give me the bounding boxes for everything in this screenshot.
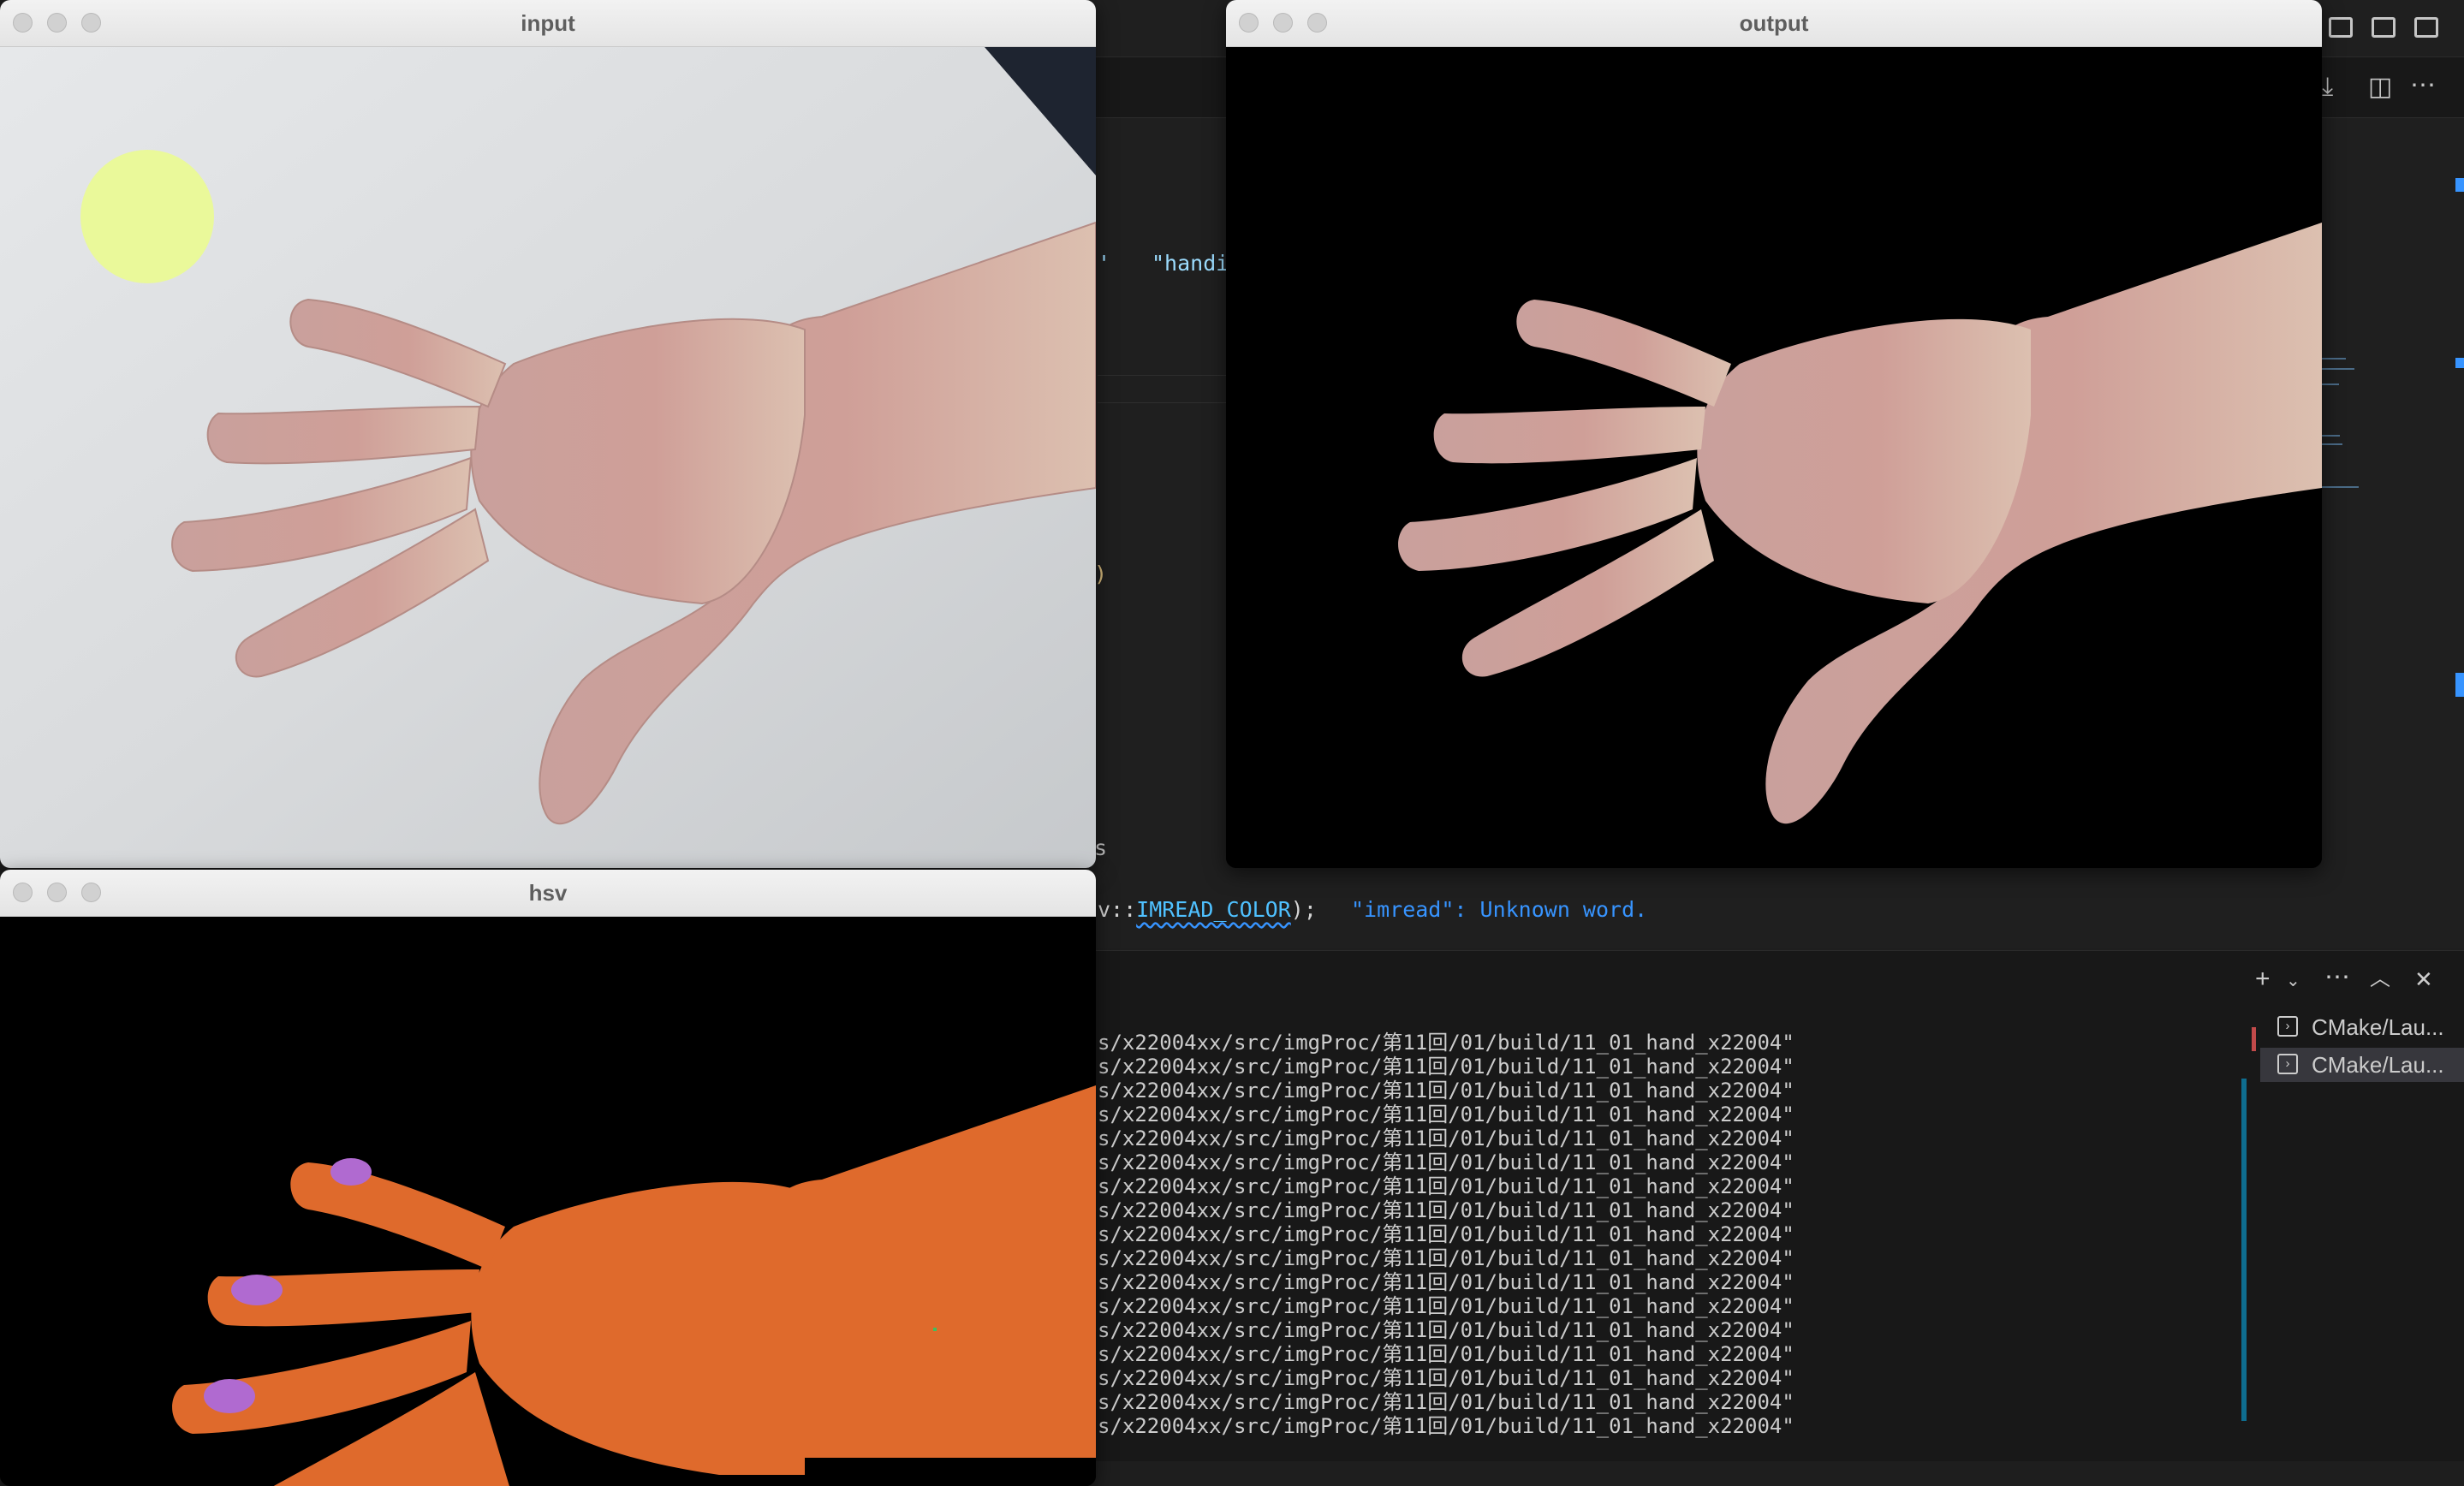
- scrollbar-marker: [2455, 178, 2464, 192]
- code-string-fragment: "handi: [1152, 251, 1229, 276]
- chevron-down-icon[interactable]: ⌄: [2286, 968, 2300, 994]
- terminal-tab-1[interactable]: › CMake/Lau...: [2260, 1010, 2464, 1044]
- download-icon[interactable]: ⤓: [2322, 74, 2333, 100]
- minimap[interactable]: [2312, 272, 2389, 529]
- output-window[interactable]: output: [1226, 0, 2322, 868]
- plus-icon[interactable]: +: [2255, 966, 2271, 992]
- window-title: hsv: [528, 880, 568, 906]
- terminal-tab-label: CMake/Lau...: [2312, 1052, 2444, 1078]
- chevron-up-icon[interactable]: ︿: [2370, 966, 2390, 992]
- code-enum-imread-color[interactable]: IMREAD_COLOR: [1136, 897, 1291, 922]
- output-image: [1226, 47, 2322, 868]
- terminal-tab-2[interactable]: › CMake/Lau...: [2260, 1048, 2464, 1082]
- more-actions-icon[interactable]: ⋯: [2410, 73, 2436, 98]
- brace-glyph: s: [1094, 835, 1108, 860]
- editor-divider: [1098, 375, 1226, 376]
- window-titlebar[interactable]: input: [0, 0, 1096, 47]
- terminal-tab-label: CMake/Lau...: [2312, 1014, 2444, 1040]
- breakpoint-glyph: ): [1094, 562, 1108, 586]
- terminal-icon: ›: [2277, 1016, 2298, 1037]
- ellipsis-icon[interactable]: ⋯: [2324, 965, 2350, 990]
- code-line-imread: v::IMREAD_COLOR);: [1098, 897, 1317, 922]
- scrollbar-marker: [2455, 358, 2464, 368]
- input-window[interactable]: input: [0, 0, 1096, 868]
- hsv-window[interactable]: hsv: [0, 870, 1096, 1486]
- code-line-end: );: [1290, 897, 1317, 922]
- input-image: [0, 47, 1096, 868]
- terminal-error-marker: [2252, 1027, 2256, 1051]
- code-quote-fragment: ': [1098, 251, 1111, 276]
- inline-diagnostic[interactable]: "imread": Unknown word.: [1351, 897, 1647, 922]
- terminal-line: s/x22004xx/src/imgProc/第11回/01/build/11_…: [1098, 1414, 1794, 1438]
- editor-divider: [1098, 402, 1226, 403]
- customize-layout-icon[interactable]: [2414, 17, 2438, 38]
- terminal-icon: ›: [2277, 1054, 2298, 1074]
- toggle-panel-icon[interactable]: [2329, 17, 2353, 38]
- window-title: input: [521, 10, 575, 36]
- window-titlebar[interactable]: output: [1226, 0, 2322, 47]
- close-icon[interactable]: ✕: [2414, 966, 2433, 992]
- code-namespace: v::: [1098, 897, 1137, 922]
- toggle-secondary-sidebar-icon[interactable]: [2372, 17, 2396, 38]
- scrollbar-marker: [2455, 673, 2464, 697]
- window-titlebar[interactable]: hsv: [0, 870, 1096, 917]
- hsv-image: [0, 917, 1096, 1486]
- split-editor-icon[interactable]: ◫: [2368, 74, 2392, 100]
- window-title: output: [1739, 10, 1809, 36]
- terminal-scrollbar[interactable]: [2241, 1079, 2247, 1421]
